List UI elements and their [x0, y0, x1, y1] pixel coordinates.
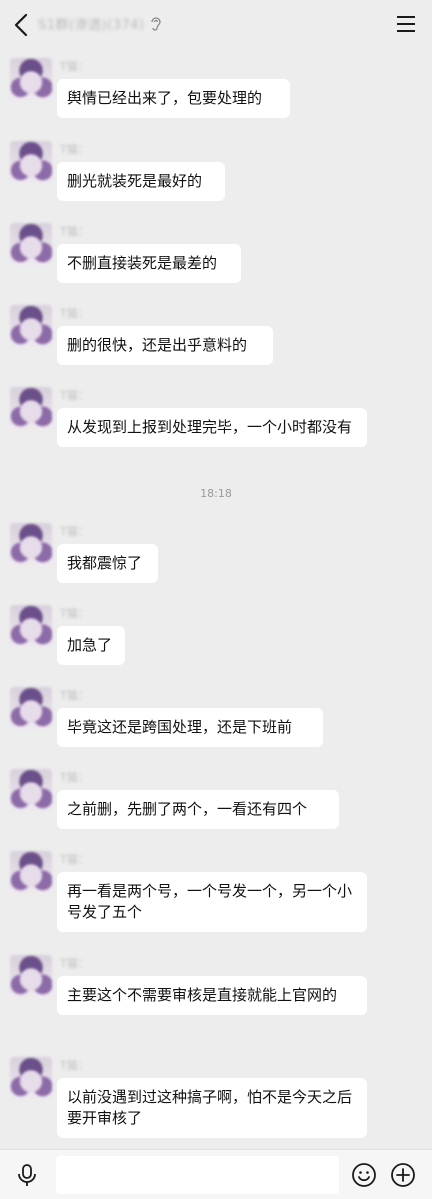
sender-name: T猫： — [60, 525, 89, 538]
message-bubble[interactable]: 删的很快，还是出乎意料的 — [57, 326, 273, 365]
message-bubble[interactable]: 不删直接装死是最差的 — [57, 244, 241, 283]
avatar[interactable] — [10, 851, 52, 893]
message-input[interactable] — [56, 1156, 339, 1194]
ear-icon — [150, 16, 161, 31]
message-bubble[interactable]: 舆情已经出来了，包要处理的 — [57, 79, 290, 118]
avatar[interactable] — [10, 141, 52, 183]
sender-name: T猫： — [60, 607, 89, 620]
avatar[interactable] — [10, 955, 52, 997]
sender-name: T猫： — [60, 957, 89, 970]
avatar[interactable] — [10, 523, 52, 565]
avatar[interactable] — [10, 223, 52, 265]
menu-icon[interactable] — [396, 15, 416, 33]
chat-title: S1群(渗透)(374) — [38, 18, 145, 33]
message-bubble[interactable]: 以前没遇到过这种搞子啊，怕不是今天之后要开审核了 — [57, 1078, 367, 1138]
message-bubble[interactable]: 我都震惊了 — [57, 544, 158, 583]
sender-name: T猫： — [60, 1059, 89, 1072]
message-bubble[interactable]: 再一看是两个号，一个号发一个，另一个小号发了五个 — [57, 872, 367, 932]
sender-name: T猫： — [60, 307, 89, 320]
message-bubble[interactable]: 删光就装死是最好的 — [57, 162, 225, 201]
emoji-icon[interactable] — [351, 1162, 377, 1188]
avatar[interactable] — [10, 605, 52, 647]
avatar[interactable] — [10, 687, 52, 729]
avatar[interactable] — [10, 387, 52, 429]
message-bubble[interactable]: 主要这个不需要审核是直接就能上官网的 — [57, 976, 367, 1015]
avatar[interactable] — [10, 1057, 52, 1099]
sender-name: T猫： — [60, 771, 89, 784]
input-bar — [0, 1149, 432, 1199]
sender-name: T猫： — [60, 389, 89, 402]
avatar[interactable] — [10, 58, 52, 100]
timestamp: 18:18 — [200, 487, 232, 500]
sender-name: T猫： — [60, 60, 89, 73]
avatar[interactable] — [10, 305, 52, 347]
chat-header: S1群(渗透)(374) — [0, 0, 432, 50]
sender-name: T猫： — [60, 689, 89, 702]
message-bubble[interactable]: 之前删，先删了两个，一看还有四个 — [57, 790, 339, 829]
message-bubble[interactable]: 加急了 — [57, 626, 125, 665]
sender-name: T猫： — [60, 853, 89, 866]
message-bubble[interactable]: 从发现到上报到处理完毕，一个小时都没有 — [57, 408, 367, 447]
plus-icon[interactable] — [390, 1162, 416, 1188]
chat-title-wrap: S1群(渗透)(374) — [38, 14, 163, 33]
avatar[interactable] — [10, 769, 52, 811]
sender-name: T猫： — [60, 225, 89, 238]
sender-name: T猫： — [60, 143, 89, 156]
voice-icon[interactable] — [16, 1163, 38, 1187]
message-bubble[interactable]: 毕竟这还是跨国处理，还是下班前 — [57, 708, 323, 747]
back-arrow-icon[interactable] — [10, 12, 34, 38]
